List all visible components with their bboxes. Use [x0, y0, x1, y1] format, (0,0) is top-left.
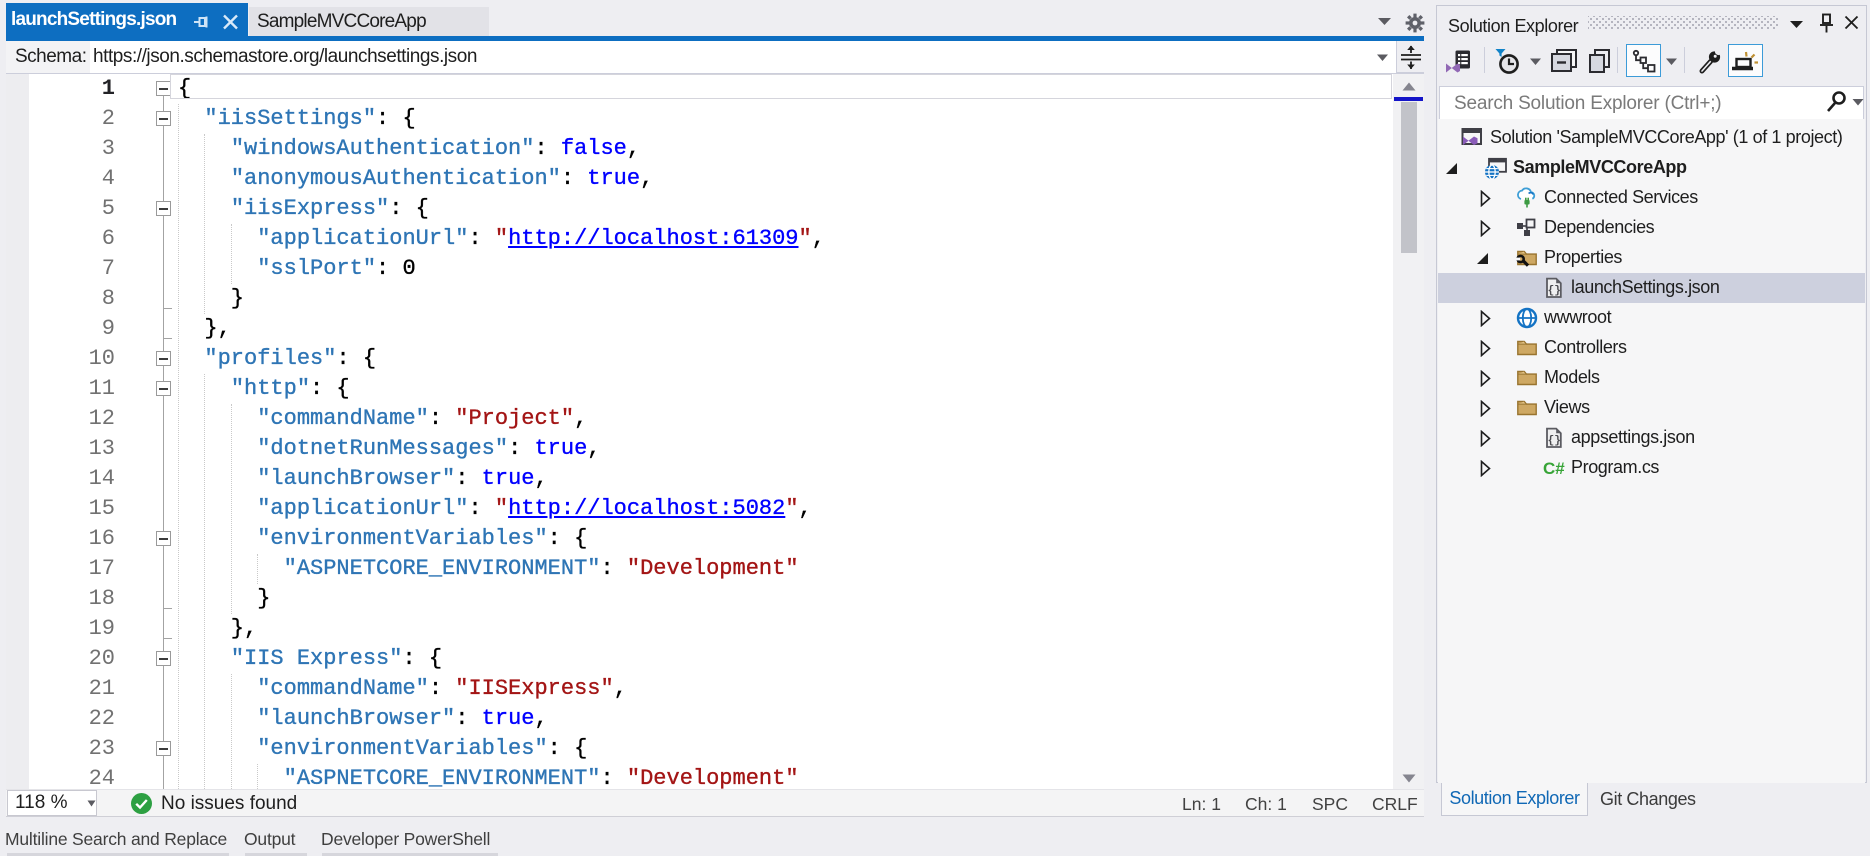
- svg-text:{}: {}: [1548, 285, 1561, 297]
- svg-text:{}: {}: [1548, 435, 1561, 447]
- svg-text:C#: C#: [1543, 459, 1565, 478]
